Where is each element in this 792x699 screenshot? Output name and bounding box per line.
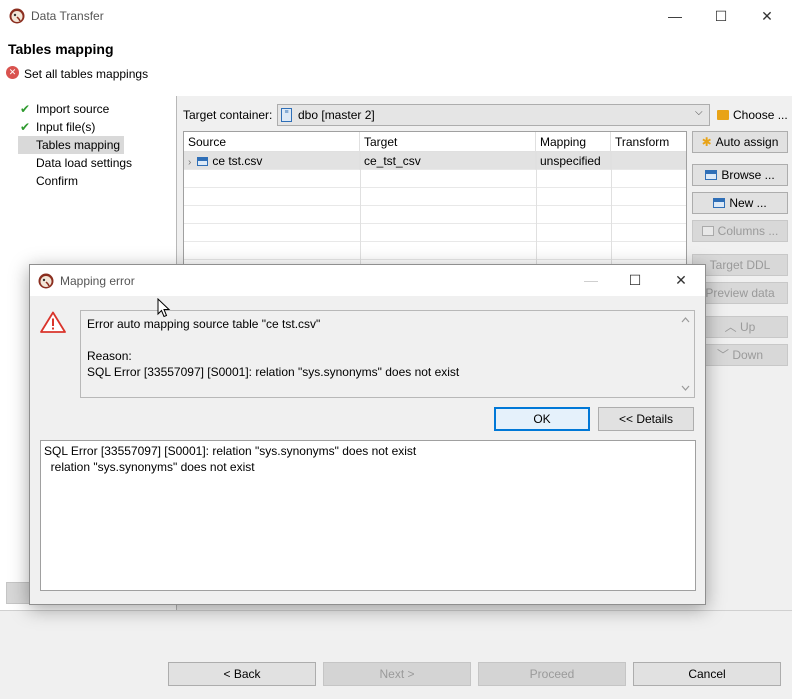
next-button[interactable]: Next > [323,662,471,686]
column-header-transform[interactable]: Transform [611,132,686,152]
new-label: New ... [729,196,767,210]
nav-item-import-source[interactable]: ✔ Import source [18,100,113,118]
nav-item-label: Data load settings [36,156,133,170]
target-ddl-label: Target DDL [709,258,771,272]
source-name: ce tst.csv [212,154,263,168]
table-icon [705,170,718,180]
dialog-maximize-button[interactable]: ☐ [612,268,658,292]
page-header [0,32,792,96]
columns-label: Columns ... [717,224,779,238]
auto-assign-button[interactable]: ✱ Auto assign [692,131,788,153]
dialog-title: Mapping error [60,274,135,288]
app-logo-icon [38,273,54,289]
warning-icon [40,311,66,333]
down-label: Down [732,348,764,362]
maximize-button[interactable]: ☐ [698,4,744,28]
error-message-box: Error auto mapping source table "ce tst.… [80,310,695,398]
error-message-line: Error auto mapping source table "ce tst.… [87,317,321,331]
proceed-button[interactable]: Proceed [478,662,626,686]
error-reason-text: SQL Error [33557097] [S0001]: relation "… [87,365,460,379]
page-title: Tables mapping [8,41,114,57]
chevron-up-icon: ︿ [724,320,740,334]
nav-item-input-files[interactable]: ✔ Input file(s) [18,118,99,136]
error-icon: ✕ [6,66,19,79]
table-cell-transform [611,152,686,170]
table-cell-mapping: unspecified [536,152,611,170]
chevron-down-icon: ﹀ [716,348,733,362]
mapping-error-dialog: Mapping error — ☐ ✕ Error auto mapping s… [29,264,706,605]
back-button[interactable]: < Back [168,662,316,686]
target-container-select[interactable]: ≡ dbo [master 2] ⌵ [277,104,710,126]
checkmark-icon: ✔ [20,102,31,116]
scrollbar[interactable] [6,582,30,604]
browse-label: Browse ... [721,168,775,182]
app-logo-icon [9,8,25,24]
window-title: Data Transfer [31,9,104,23]
nav-item-confirm[interactable]: Confirm [18,172,82,190]
close-button[interactable]: ✕ [744,4,790,28]
new-table-icon [713,198,726,208]
column-header-mapping[interactable]: Mapping [536,132,611,152]
nav-item-data-load-settings[interactable]: Data load settings [18,154,136,172]
dialog-close-button[interactable]: ✕ [658,268,704,292]
nav-item-label: Import source [36,102,110,116]
table-icon [197,157,209,166]
folder-icon [717,110,729,120]
nav-item-label: Input file(s) [36,120,96,134]
down-button[interactable]: ﹀ Down [692,344,788,366]
mouse-cursor-icon [157,298,171,318]
page-subtitle: Set all tables mappings [24,67,149,81]
scrollbar[interactable] [677,311,694,397]
target-container-label: Target container: [183,108,273,122]
choose-button-label: Choose ... [733,108,788,122]
nav-item-label: Tables mapping [36,138,121,152]
auto-assign-label: Auto assign [715,135,779,149]
table-cell-source: › ce tst.csv [184,152,360,170]
target-container-value: dbo [master 2] [298,108,375,122]
preview-data-button[interactable]: Preview data [692,282,788,304]
error-details-textarea[interactable]: SQL Error [33557097] [S0001]: relation "… [40,440,696,591]
asterisk-icon: ✱ [701,135,712,149]
details-line: relation "sys.synonyms" does not exist [44,460,255,474]
ok-button[interactable]: OK [494,407,590,431]
preview-data-label: Preview data [705,286,775,300]
dialog-minimize-button[interactable]: — [568,268,614,292]
nav-item-label: Confirm [36,174,79,188]
cancel-button[interactable]: Cancel [633,662,781,686]
chevron-right-icon[interactable]: › [188,157,191,168]
browse-button[interactable]: Browse ... [692,164,788,186]
table-cell-target: ce_tst_csv [360,152,536,170]
nav-item-tables-mapping[interactable]: Tables mapping [18,136,125,154]
target-ddl-button[interactable]: Target DDL [692,254,788,276]
column-header-target[interactable]: Target [360,132,536,152]
new-button[interactable]: New ... [692,192,788,214]
columns-icon [701,226,714,236]
details-button[interactable]: << Details [598,407,694,431]
choose-button[interactable]: Choose ... [715,104,791,126]
up-button[interactable]: ︿ Up [692,316,788,338]
column-header-source[interactable]: Source [184,132,360,152]
details-line: SQL Error [33557097] [S0001]: relation "… [44,444,417,458]
error-reason-label: Reason: [87,349,132,363]
up-label: Up [740,320,756,334]
columns-button[interactable]: Columns ... [692,220,788,242]
database-icon: ≡ [281,108,292,122]
chevron-down-icon: ⌵ [695,107,703,118]
checkmark-icon: ✔ [20,120,31,134]
minimize-button[interactable]: — [652,4,698,28]
